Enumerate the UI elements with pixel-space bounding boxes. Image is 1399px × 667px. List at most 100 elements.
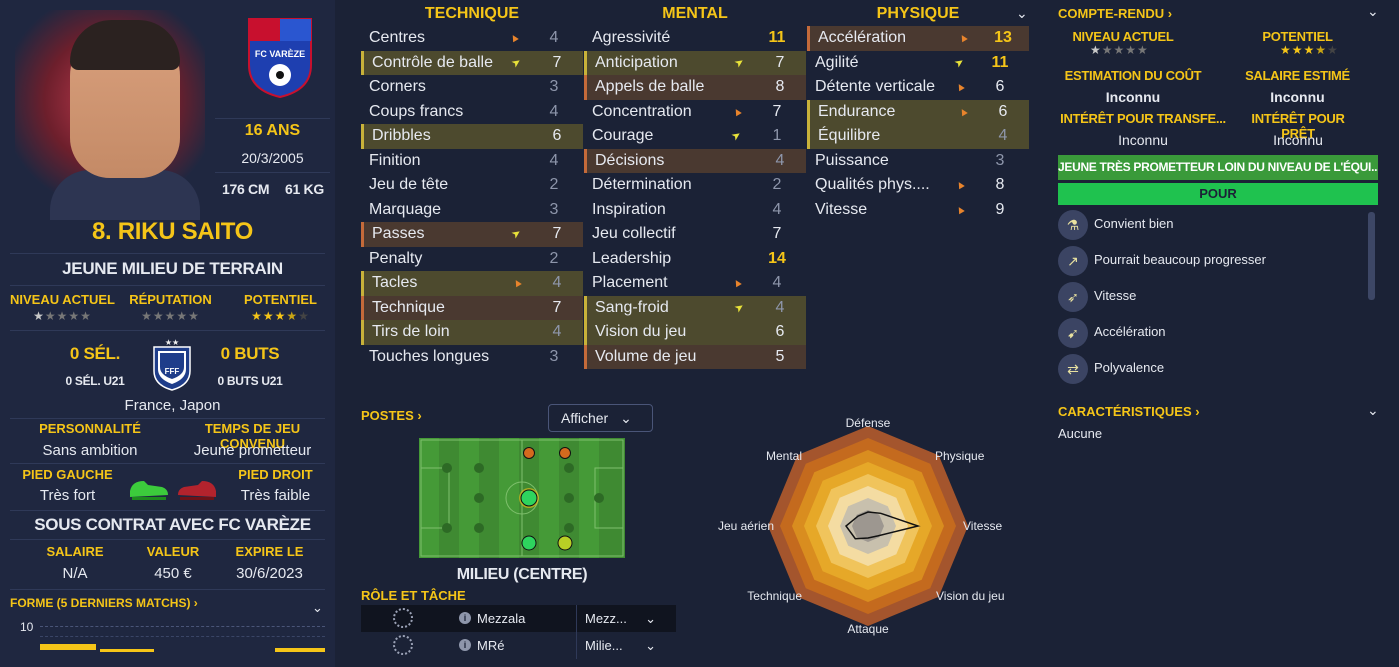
attribute-row[interactable]: Dribbles 6	[361, 124, 583, 149]
chevron-down-icon: ⌄	[645, 638, 656, 653]
progress-right-icon: ➤	[509, 54, 524, 71]
club-crest-icon[interactable]: FC VARÈZE	[245, 15, 315, 100]
attribute-row[interactable]: Sang-froid ➤ 4	[584, 295, 806, 320]
progress-up-icon: ▲	[952, 201, 969, 218]
radar-label: Technique	[747, 589, 802, 603]
attribute-name: Vitesse	[815, 200, 868, 218]
attribute-row[interactable]: Corners 3	[361, 75, 583, 100]
attribute-row[interactable]: Concentration ▲ 7	[584, 100, 806, 125]
attribute-value: 14	[768, 249, 786, 267]
attribute-value: 7	[772, 102, 782, 120]
attribute-row[interactable]: Jeu de tête 2	[361, 173, 583, 198]
right-foot: Très faible	[240, 487, 311, 504]
radar-label: Physique	[935, 449, 985, 463]
role-list: i Mezzala Mezz... ⌄ i MRé Milie... ⌄	[361, 605, 676, 659]
report-potentiel-stars: ★★★★★	[1280, 43, 1339, 57]
reputation-stars: ★★★★★	[141, 309, 200, 323]
chevron-down-icon[interactable]: ⌄	[1367, 3, 1379, 20]
attribute-row[interactable]: Placement ▲ 4	[584, 271, 806, 296]
attribute-value: 4	[775, 151, 785, 169]
potentiel-stars: ★★★★★	[251, 309, 310, 323]
attribute-name: Contrôle de balle	[372, 53, 493, 71]
attribute-name: Passes	[372, 225, 425, 242]
attribute-row[interactable]: Agressivité 11	[584, 26, 806, 51]
pros-list: ⚗ Convient bien ↗ Pourrait beaucoup progres…	[1058, 208, 1358, 388]
attribute-row[interactable]: Qualités phys.... ▲ 8	[807, 173, 1029, 198]
svg-text:FC VARÈZE: FC VARÈZE	[255, 49, 305, 59]
progress-right-icon: ➤	[509, 226, 524, 242]
attribute-name: Coups francs	[369, 102, 464, 120]
trend-up-icon: ↗	[1058, 245, 1088, 276]
attribute-name: Décisions	[595, 151, 665, 169]
niveau-stars: ★★★★★	[33, 309, 92, 323]
info-icon[interactable]: i	[459, 639, 471, 651]
chevron-down-icon[interactable]: ⌄	[312, 600, 323, 616]
progress-up-icon: ▲	[952, 79, 969, 95]
attribute-value: 1	[772, 127, 782, 144]
mental-header: MENTAL	[662, 5, 728, 22]
attribute-row[interactable]: Puissance 3	[807, 149, 1029, 174]
attribute-name: Touches longues	[369, 347, 490, 365]
attribute-row[interactable]: Tacles ▲ 4	[361, 271, 583, 296]
attribute-row[interactable]: Agilité ➤ 11	[807, 51, 1029, 76]
attribute-name: Accélération	[818, 29, 907, 46]
chevron-down-icon: ⌄	[620, 410, 632, 426]
attribute-row[interactable]: Jeu collectif 7	[584, 222, 806, 247]
progress-up-icon: ▲	[509, 275, 526, 291]
attribute-row[interactable]: Vision du jeu 6	[584, 320, 806, 345]
attribute-value: 9	[995, 200, 1005, 218]
attribute-row[interactable]: Tirs de loin 4	[361, 320, 583, 345]
duty-select[interactable]: Mezz... ⌄	[576, 605, 664, 632]
attribute-row[interactable]: Vitesse ▲ 9	[807, 198, 1029, 223]
attribute-row[interactable]: Penalty 2	[361, 247, 583, 272]
form-bar	[275, 648, 325, 652]
pros-item: ↗ Pourrait beaucoup progresser	[1058, 244, 1358, 280]
attribute-row[interactable]: Touches longues 3	[361, 345, 583, 370]
attribute-row[interactable]: Technique 7	[361, 295, 583, 320]
attribute-value: 3	[549, 200, 559, 218]
goals-u21: 0 BUTS U21	[217, 374, 283, 388]
attribute-row[interactable]: Équilibre 4	[807, 124, 1029, 149]
attribute-row[interactable]: Centres ▲ 4	[361, 26, 583, 51]
attribute-row[interactable]: Accélération ▲ 13	[807, 26, 1029, 51]
player-birthdate: 20/3/2005	[241, 150, 304, 166]
attribute-row[interactable]: Finition 4	[361, 149, 583, 174]
attribute-row[interactable]: Appels de balle 8	[584, 75, 806, 100]
form-link[interactable]: FORME (5 DERNIERS MATCHS) ›	[10, 596, 198, 610]
chevron-down-icon[interactable]: ⌄	[1016, 5, 1028, 22]
attribute-row[interactable]: Décisions 4	[584, 148, 806, 173]
attribute-row[interactable]: Détermination 2	[584, 173, 806, 198]
player-name: 8. RIKU SAITO	[91, 218, 254, 245]
attribute-row[interactable]: Anticipation ➤ 7	[584, 50, 806, 75]
scrollbar[interactable]	[1368, 212, 1375, 300]
attribute-row[interactable]: Endurance ▲ 6	[807, 99, 1029, 124]
info-icon[interactable]: i	[459, 612, 471, 624]
characteristics-link[interactable]: CARACTÉRISTIQUES ›	[1058, 404, 1200, 419]
radar-label: Attaque	[847, 622, 889, 636]
pros-item: ⚗ Convient bien	[1058, 208, 1358, 244]
radar-label: Défense	[846, 416, 891, 430]
role-row[interactable]: i Mezzala Mezz... ⌄	[361, 605, 676, 632]
attribute-row[interactable]: Détente verticale ▲ 6	[807, 75, 1029, 100]
attribute-row[interactable]: Inspiration 4	[584, 198, 806, 223]
attribute-value: 6	[995, 78, 1005, 95]
attribute-name: Anticipation	[595, 53, 678, 71]
display-dropdown[interactable]: Afficher ⌄	[548, 404, 653, 432]
attribute-row[interactable]: Contrôle de balle ➤ 7	[361, 50, 583, 75]
federation-crest-icon[interactable]: FFF ★★	[148, 337, 196, 392]
attribute-row[interactable]: Volume de jeu 5	[584, 344, 806, 369]
attribute-row[interactable]: Coups francs 4	[361, 100, 583, 125]
chevron-down-icon[interactable]: ⌄	[1367, 402, 1379, 419]
physique-header: PHYSIQUE	[876, 5, 960, 22]
duty-select[interactable]: Milie... ⌄	[576, 632, 664, 659]
selections-u21: 0 SÉL. U21	[65, 374, 125, 388]
attribute-name: Agressivité	[592, 29, 671, 46]
attribute-row[interactable]: Courage ➤ 1	[584, 124, 806, 149]
attribute-row[interactable]: Leadership 14	[584, 247, 806, 272]
pros-item: ➶ Vitesse	[1058, 280, 1358, 316]
positions-link[interactable]: POSTES ›	[361, 408, 422, 423]
attribute-row[interactable]: Passes ➤ 7	[361, 222, 583, 247]
report-link[interactable]: COMPTE-RENDU ›	[1058, 6, 1172, 21]
role-row[interactable]: i MRé Milie... ⌄	[361, 632, 676, 659]
attribute-row[interactable]: Marquage 3	[361, 198, 583, 223]
